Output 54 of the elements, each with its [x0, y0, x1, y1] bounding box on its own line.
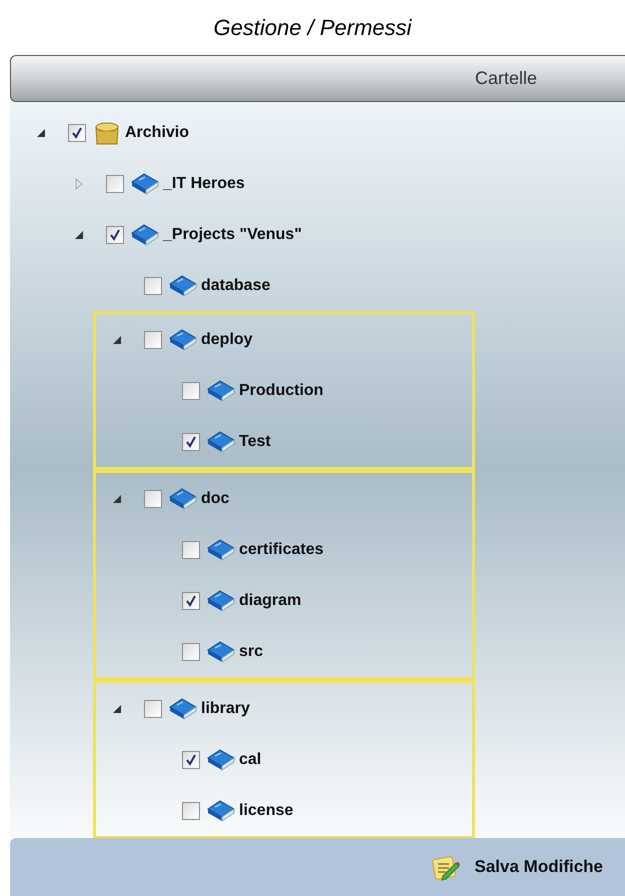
book-icon [168, 274, 198, 298]
checkbox[interactable] [182, 802, 200, 820]
column-header[interactable]: Cartelle [10, 55, 625, 102]
checkbox[interactable] [144, 700, 162, 718]
book-icon [206, 748, 236, 772]
book-icon [130, 172, 160, 196]
tree-item-label[interactable]: diagram [239, 588, 302, 612]
book-icon [206, 798, 236, 822]
collapse-arrow-icon[interactable] [35, 126, 47, 138]
book-icon [206, 588, 236, 612]
checkbox[interactable] [144, 490, 162, 508]
checkbox[interactable] [182, 540, 200, 558]
tree-item-label[interactable]: database [201, 274, 270, 298]
book-icon [168, 328, 198, 352]
checkmark-icon [185, 754, 197, 766]
tree-item-label[interactable]: deploy [201, 328, 253, 352]
checkbox[interactable] [182, 750, 200, 768]
save-button[interactable]: Salva Modifiche [426, 848, 607, 886]
page-title: Gestione / Permessi [213, 14, 412, 42]
checkbox[interactable] [106, 174, 124, 192]
book-icon [206, 640, 236, 664]
tree-item-label[interactable]: _IT Heroes [163, 172, 245, 196]
tree-item-label[interactable]: doc [201, 486, 230, 510]
book-icon [168, 696, 198, 720]
checkmark-icon [109, 228, 121, 240]
tree-item-label[interactable]: src [239, 640, 264, 664]
book-icon [206, 538, 236, 562]
tree-item-label[interactable]: Test [239, 430, 271, 454]
tree-item-label[interactable]: Production [239, 378, 324, 402]
checkbox[interactable] [144, 330, 162, 348]
checkbox[interactable] [182, 432, 200, 450]
tree-item-label[interactable]: certificates [239, 538, 324, 562]
checkmark-icon [185, 436, 197, 448]
checkbox[interactable] [68, 124, 86, 142]
book-icon [206, 430, 236, 454]
collapse-arrow-icon[interactable] [111, 492, 123, 504]
book-icon [168, 486, 198, 510]
collapse-arrow-icon[interactable] [111, 702, 123, 714]
book-icon [206, 378, 236, 402]
collapse-arrow-icon[interactable] [111, 334, 123, 346]
collapse-arrow-icon[interactable] [73, 228, 85, 240]
tree-item-label[interactable]: cal [239, 748, 262, 772]
tree-item-label[interactable]: library [201, 696, 250, 720]
checkbox[interactable] [182, 382, 200, 400]
checkbox[interactable] [182, 642, 200, 660]
checkmark-icon [71, 126, 83, 138]
checkbox[interactable] [106, 226, 124, 244]
checkmark-icon [185, 594, 197, 606]
tree-item-label[interactable]: license [239, 798, 294, 822]
tree-item-label[interactable]: Archivio [125, 120, 190, 144]
book-icon [130, 222, 160, 246]
checkbox[interactable] [182, 592, 200, 610]
tree-item-label[interactable]: _Projects "Venus" [163, 222, 302, 246]
checkbox[interactable] [144, 276, 162, 294]
